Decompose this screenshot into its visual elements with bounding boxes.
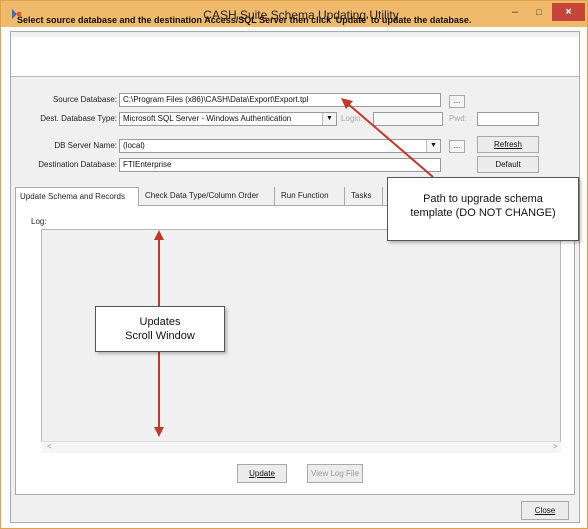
dest-type-value: Microsoft SQL Server - Windows Authentic… [123, 114, 292, 123]
source-database-label: Source Database: [52, 95, 117, 104]
source-browse-button[interactable]: ... [449, 95, 465, 108]
callout-path-line1: Path to upgrade schema [423, 193, 543, 205]
maximize-button[interactable]: □ [528, 3, 550, 21]
login-input[interactable] [373, 112, 443, 126]
callout-path-line2: template (DO NOT CHANGE) [410, 207, 556, 219]
callout-log-line1: Updates [139, 316, 181, 328]
chevron-down-icon: ▼ [426, 140, 440, 152]
minimize-button[interactable]: – [504, 3, 526, 21]
server-name-label: DB Server Name: [54, 141, 117, 150]
close-button[interactable]: Close [521, 501, 569, 520]
app-window: CASH Suite Schema Updating Utility – □ ×… [0, 0, 588, 529]
update-label: Update [249, 469, 275, 478]
dest-database-label: Destination Database: [38, 160, 117, 169]
pwd-input[interactable] [477, 112, 539, 126]
server-name-select[interactable]: (local) ▼ [119, 139, 441, 153]
close-label: Close [534, 506, 556, 515]
chevron-down-icon: ▼ [322, 113, 336, 125]
update-button[interactable]: Update [237, 464, 287, 483]
callout-log-line2: Scroll Window [125, 330, 195, 342]
pwd-label: Pwd: [449, 114, 467, 123]
tab-check-data-type[interactable]: Check Data Type/Column Order [141, 187, 275, 205]
tab-update-schema[interactable]: Update Schema and Records [15, 187, 139, 206]
refresh-label: Refresh [493, 140, 522, 149]
tab-run-function[interactable]: Run Function [277, 187, 345, 205]
dest-type-select[interactable]: Microsoft SQL Server - Windows Authentic… [119, 112, 337, 126]
callout-log-window: Updates Scroll Window [95, 306, 225, 352]
instruction-text: Select source database and the destinati… [17, 15, 472, 25]
scroll-left-icon[interactable]: < [47, 442, 52, 451]
scroll-right-icon[interactable]: > [553, 442, 558, 451]
callout-path-template: Path to upgrade schema template (DO NOT … [387, 177, 579, 241]
view-log-button[interactable]: View Log File [307, 464, 363, 483]
header-band [11, 37, 579, 77]
login-label: Login: [341, 114, 363, 123]
default-button[interactable]: Default [477, 156, 539, 173]
server-name-value: (local) [123, 141, 145, 150]
refresh-button[interactable]: Refresh [477, 136, 539, 153]
log-label: Log: [31, 217, 47, 226]
tab-tasks[interactable]: Tasks [347, 187, 383, 205]
horizontal-scrollbar[interactable] [41, 441, 561, 453]
server-browse-button[interactable]: ... [449, 140, 465, 153]
close-window-button[interactable]: × [552, 3, 585, 21]
dest-type-label: Dest. Database Type: [40, 114, 117, 123]
dest-database-input[interactable]: FTIEnterprise [119, 158, 441, 172]
source-database-input[interactable]: C:\Program Files (x86)\CASH\Data\Export\… [119, 93, 441, 107]
